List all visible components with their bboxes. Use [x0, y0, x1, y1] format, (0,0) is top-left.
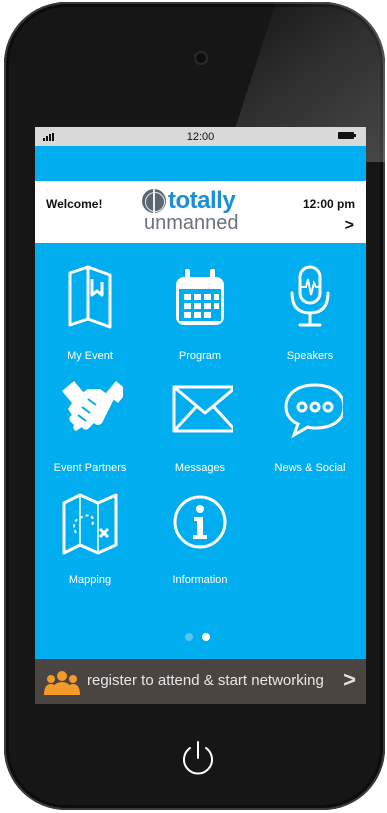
speech-bubble-icon — [284, 383, 343, 439]
signal-icon — [43, 133, 54, 141]
status-time: 12:00 — [186, 130, 215, 143]
globe-icon — [142, 189, 166, 213]
status-bar: 12:00 — [35, 127, 366, 146]
menu-label: Speakers — [286, 350, 334, 362]
page-dot-1[interactable] — [185, 633, 193, 641]
chevron-right-icon[interactable]: > — [343, 667, 356, 693]
logo-word-bottom: unmanned — [144, 212, 239, 234]
register-text: register to attend & start networking — [87, 672, 324, 689]
envelope-icon — [172, 385, 233, 433]
menu-label: My Event — [67, 350, 113, 362]
phone-frame: 12:00 Welcome! totally unmanned 12:00 pm… — [4, 2, 385, 810]
app-header: Welcome! totally unmanned 12:00 pm > — [35, 181, 366, 243]
menu-item-information[interactable]: Information — [145, 489, 255, 589]
menu-item-program[interactable]: Program — [145, 265, 255, 365]
app-screen: 12:00 Welcome! totally unmanned 12:00 pm… — [35, 127, 366, 704]
microphone-icon — [290, 265, 330, 327]
menu-item-mapping[interactable]: Mapping — [35, 489, 145, 589]
people-group-icon — [44, 671, 80, 695]
menu-item-speakers[interactable]: Speakers — [255, 265, 365, 365]
info-icon — [173, 495, 227, 549]
menu-label: Program — [178, 350, 222, 362]
page-indicator — [185, 633, 210, 641]
menu-label: Mapping — [68, 574, 112, 586]
totally-unmanned-logo: totally unmanned — [142, 189, 262, 239]
menu-item-my-event[interactable]: My Event — [35, 265, 145, 365]
menu-label: News & Social — [274, 462, 346, 474]
book-icon — [68, 265, 112, 329]
menu-label: Messages — [174, 462, 226, 474]
register-banner[interactable]: register to attend & start networking > — [35, 659, 366, 704]
menu-label: Event Partners — [53, 462, 127, 474]
page-dot-2-active[interactable] — [202, 633, 210, 641]
logo-word-top: totally — [168, 187, 236, 214]
menu-item-messages[interactable]: Messages — [145, 377, 255, 477]
map-icon — [62, 493, 118, 555]
battery-icon — [338, 132, 356, 139]
handshake-icon — [62, 381, 123, 431]
welcome-text: Welcome! — [46, 197, 103, 211]
menu-item-news-social[interactable]: News & Social — [255, 377, 365, 477]
front-camera — [196, 53, 206, 63]
menu-item-event-partners[interactable]: Event Partners — [35, 377, 145, 477]
menu-label: Information — [172, 574, 228, 586]
header-time: 12:00 pm — [302, 197, 355, 211]
calendar-icon — [176, 269, 224, 325]
power-button-icon[interactable] — [178, 738, 218, 778]
header-chevron-icon[interactable]: > — [345, 217, 354, 235]
